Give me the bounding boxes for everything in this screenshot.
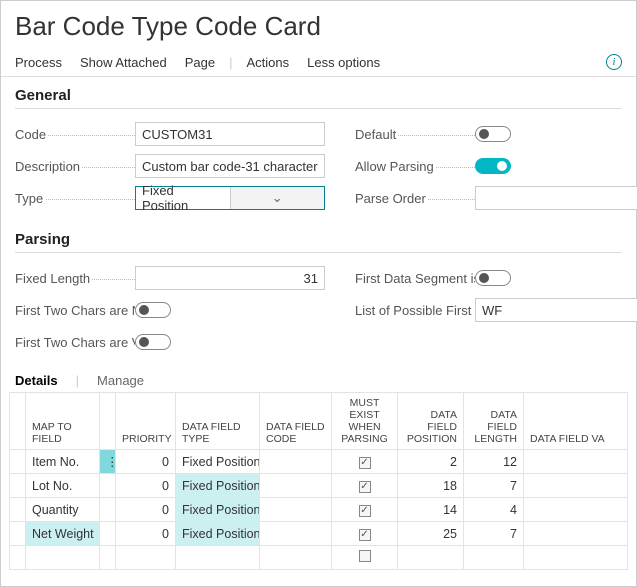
menu-separator: | [229, 55, 232, 70]
label-code: Code [15, 127, 135, 142]
col-len[interactable]: DATA FIELD LENGTH [464, 393, 524, 450]
checkbox-icon[interactable] [359, 550, 371, 562]
menu-bar: Process Show Attached Page | Actions Les… [1, 48, 636, 77]
toggle-allow-parsing[interactable] [475, 158, 511, 174]
cell-pos[interactable]: 25 [398, 522, 464, 546]
cell-type[interactable]: Fixed Position [176, 474, 260, 498]
cell-must[interactable]: ✓ [332, 522, 398, 546]
label-fixed-length: Fixed Length [15, 271, 135, 286]
label-first-two-var: First Two Chars are Va... [15, 335, 135, 350]
input-fixed-length[interactable] [135, 266, 325, 290]
cell-map[interactable]: Item No. [26, 450, 100, 474]
cell-priority[interactable]: 0 [116, 450, 176, 474]
cell-val[interactable] [524, 474, 628, 498]
menu-page[interactable]: Page [185, 55, 215, 70]
cell-val[interactable] [524, 522, 628, 546]
cell-map[interactable]: Net Weight [26, 522, 100, 546]
label-type: Type [15, 191, 135, 206]
cell-len[interactable]: 4 [464, 498, 524, 522]
input-code[interactable] [135, 122, 325, 146]
tab-manage[interactable]: Manage [97, 373, 144, 388]
table-row[interactable]: Lot No. 0Fixed Position ✓ 187 [10, 474, 628, 498]
section-general: General Code Description Type Fixed Posi… [1, 77, 636, 221]
vertical-dots-icon[interactable]: ⋮ [106, 457, 116, 467]
page-title: Bar Code Type Code Card [1, 1, 636, 48]
input-description[interactable] [135, 154, 325, 178]
details-table: MAP TO FIELD PRIORITY DATA FIELD TYPE DA… [9, 392, 628, 570]
cell-map[interactable]: Lot No. [26, 474, 100, 498]
cell-code[interactable] [260, 474, 332, 498]
cell-must[interactable]: ✓ [332, 450, 398, 474]
menu-less-options[interactable]: Less options [307, 55, 380, 70]
col-map[interactable]: MAP TO FIELD [26, 393, 100, 450]
label-default: Default [355, 127, 475, 142]
table-row[interactable]: Quantity 0Fixed Position ✓ 144 [10, 498, 628, 522]
input-parse-order[interactable] [475, 186, 637, 210]
cell-pos[interactable]: 2 [398, 450, 464, 474]
section-parsing-title: Parsing [15, 231, 622, 253]
cell-len[interactable]: 7 [464, 522, 524, 546]
checkbox-icon[interactable]: ✓ [359, 529, 371, 541]
cell-must[interactable]: ✓ [332, 498, 398, 522]
cell-pos[interactable]: 14 [398, 498, 464, 522]
tab-details[interactable]: Details [15, 373, 58, 388]
col-pos[interactable]: DATA FIELD POSITION [398, 393, 464, 450]
col-must[interactable]: MUST EXIST WHEN PARSING [332, 393, 398, 450]
menu-process[interactable]: Process [15, 55, 62, 70]
checkbox-icon[interactable]: ✓ [359, 481, 371, 493]
cell-priority[interactable]: 0 [116, 522, 176, 546]
label-first-data-seg: First Data Segment is ... [355, 271, 475, 286]
toggle-default[interactable] [475, 126, 511, 142]
col-priority[interactable]: PRIORITY [116, 393, 176, 450]
cell-len[interactable]: 7 [464, 474, 524, 498]
cell-must[interactable]: ✓ [332, 474, 398, 498]
menu-actions[interactable]: Actions [246, 55, 289, 70]
col-dfc[interactable]: DATA FIELD CODE [260, 393, 332, 450]
toggle-first-two-var[interactable] [135, 334, 171, 350]
label-allow-parsing: Allow Parsing [355, 159, 475, 174]
info-icon[interactable]: i [606, 54, 622, 70]
cell-len[interactable]: 12 [464, 450, 524, 474]
cell-priority[interactable]: 0 [116, 498, 176, 522]
cell-type[interactable]: Fixed Position [176, 522, 260, 546]
cell-type[interactable]: Fixed Position [176, 498, 260, 522]
cell-type[interactable]: Fixed Position [176, 450, 260, 474]
cell-val[interactable] [524, 498, 628, 522]
cell-code[interactable] [260, 522, 332, 546]
label-list-first: List of Possible First C... [355, 303, 475, 318]
checkbox-icon[interactable]: ✓ [359, 505, 371, 517]
table-row[interactable]: Net Weight 0Fixed Position ✓ 257 [10, 522, 628, 546]
section-parsing: Parsing Fixed Length First Two Chars are… [1, 221, 636, 365]
label-first-two-num: First Two Chars are N... [15, 303, 135, 318]
toggle-first-two-num[interactable] [135, 302, 171, 318]
cell-code[interactable] [260, 498, 332, 522]
table-row-empty[interactable] [10, 546, 628, 570]
col-dft[interactable]: DATA FIELD TYPE [176, 393, 260, 450]
details-tabs: Details | Manage [1, 365, 636, 392]
chevron-down-icon: ⌄ [230, 187, 325, 209]
cell-priority[interactable]: 0 [116, 474, 176, 498]
toggle-first-data-seg[interactable] [475, 270, 511, 286]
select-type-value: Fixed Position [136, 183, 230, 213]
select-type[interactable]: Fixed Position ⌄ [135, 186, 325, 210]
menu-show-attached[interactable]: Show Attached [80, 55, 167, 70]
col-val[interactable]: DATA FIELD VA [524, 393, 628, 450]
table-header-row: MAP TO FIELD PRIORITY DATA FIELD TYPE DA… [10, 393, 628, 450]
cell-val[interactable] [524, 450, 628, 474]
input-list-first[interactable] [475, 298, 637, 322]
tab-separator: | [76, 373, 79, 388]
label-description: Description [15, 159, 135, 174]
table-row[interactable]: Item No. ⋮0Fixed Position ✓ 212 [10, 450, 628, 474]
checkbox-icon[interactable]: ✓ [359, 457, 371, 469]
cell-pos[interactable]: 18 [398, 474, 464, 498]
section-general-title: General [15, 87, 622, 109]
cell-map[interactable]: Quantity [26, 498, 100, 522]
label-parse-order: Parse Order [355, 191, 475, 206]
cell-code[interactable] [260, 450, 332, 474]
